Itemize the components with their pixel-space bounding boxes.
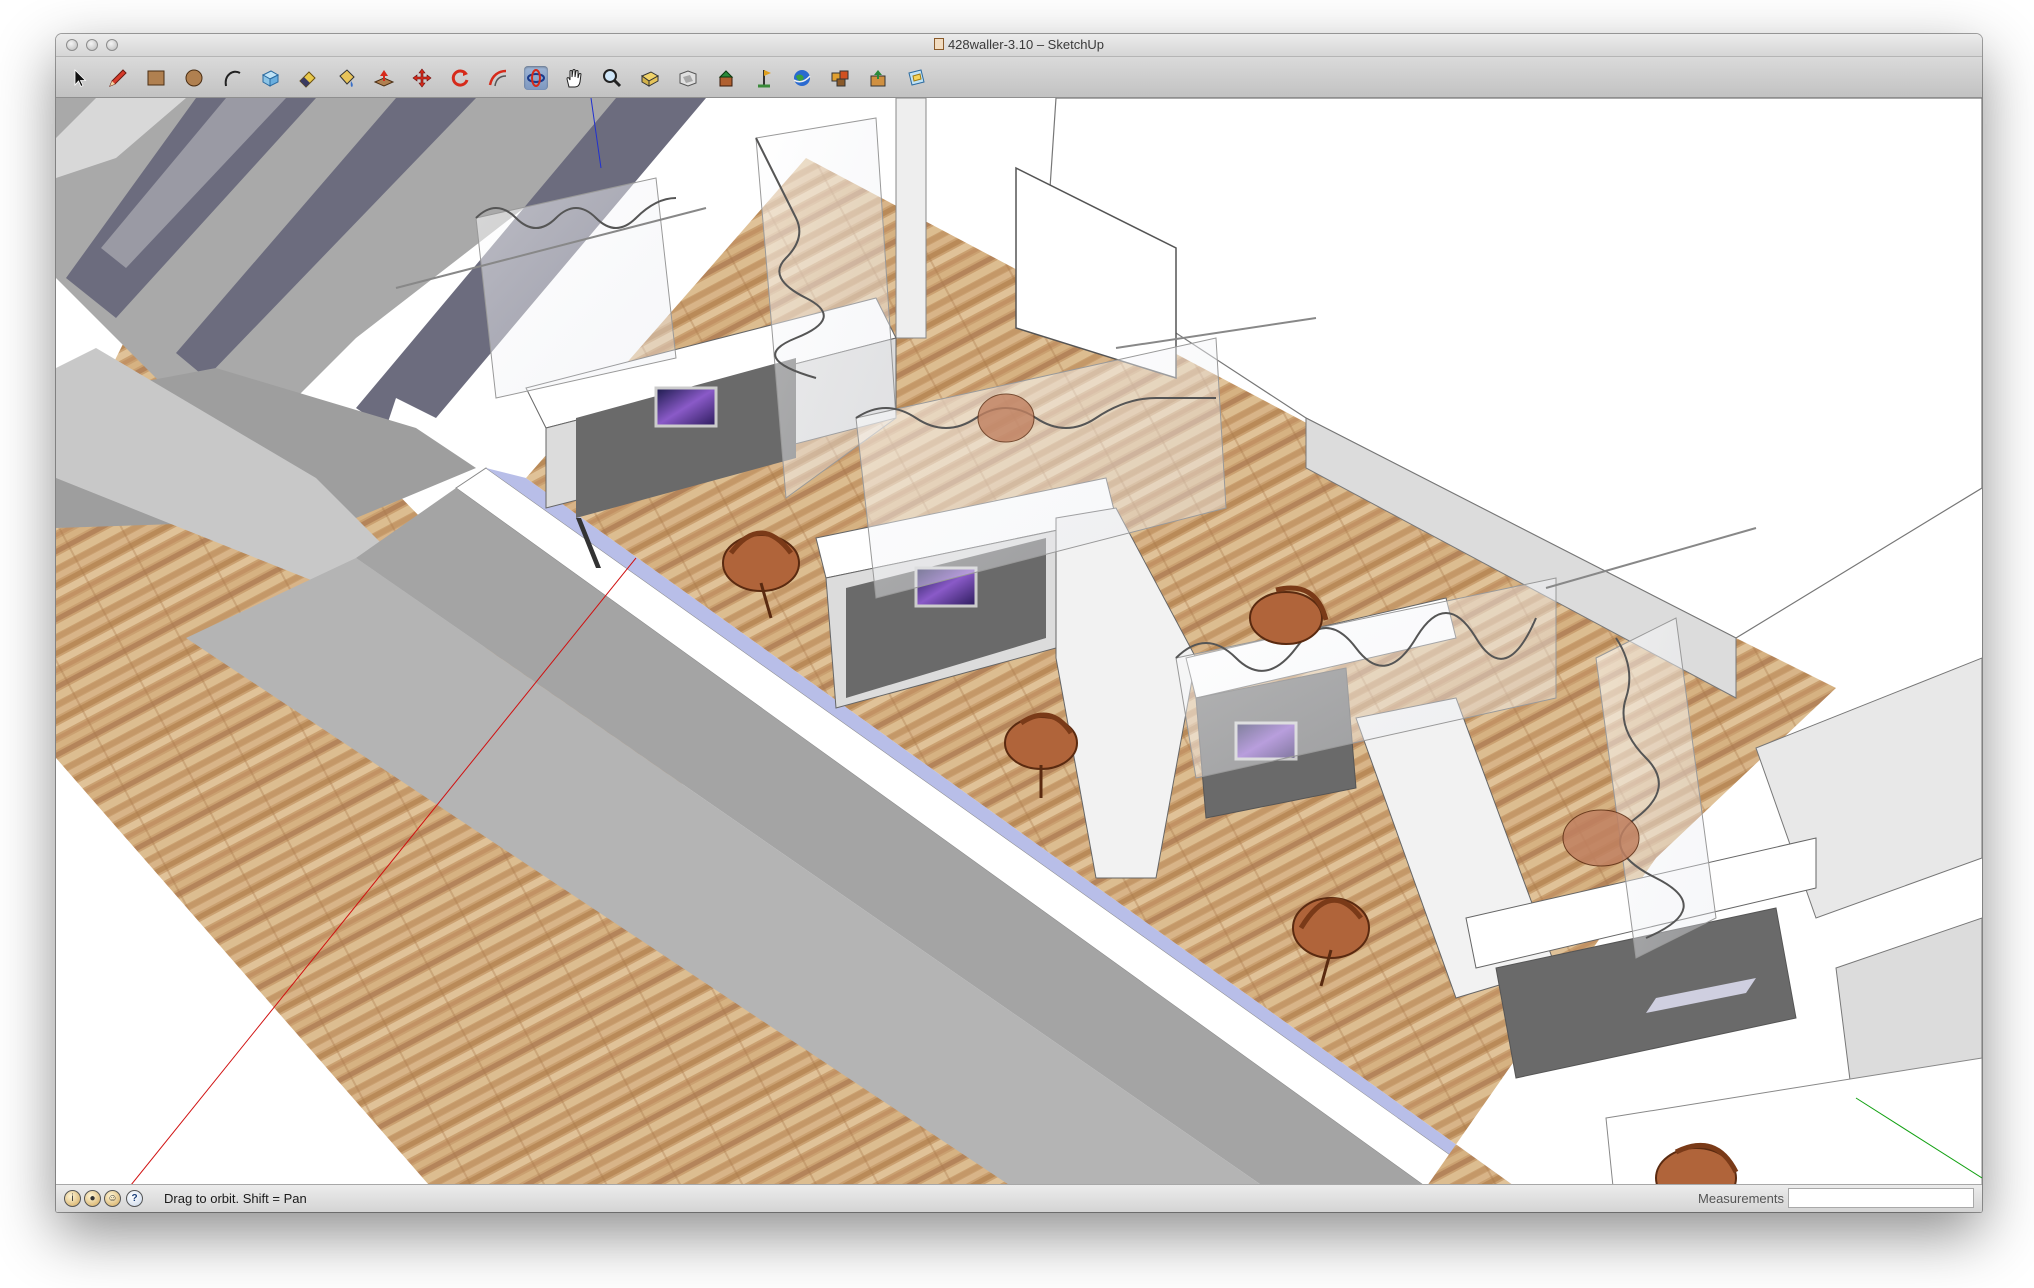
get-models-icon[interactable] — [714, 66, 738, 90]
send-to-layout-icon[interactable] — [904, 66, 928, 90]
window-title: 428waller-3.10 – SketchUp — [947, 37, 1105, 52]
user-icon[interactable]: ☺ — [104, 1190, 121, 1207]
move-tool-icon[interactable] — [410, 66, 434, 90]
arc-tool-icon[interactable] — [220, 66, 244, 90]
window-title-wrap: 428waller-3.10 – SketchUp — [56, 37, 1982, 52]
previous-view-icon[interactable] — [676, 66, 700, 90]
offset-tool-icon[interactable] — [486, 66, 510, 90]
pillar-top — [895, 97, 927, 339]
paint-bucket-icon[interactable] — [334, 66, 358, 90]
credits-icon[interactable]: ● — [84, 1190, 101, 1207]
glass-panel-1 — [475, 177, 677, 399]
measurements-label: Measurements — [1698, 1191, 1784, 1206]
google-earth-icon[interactable] — [790, 66, 814, 90]
status-bar: i ● ☺ ? Drag to orbit. Shift = Pan Measu… — [56, 1184, 1982, 1212]
model-viewport[interactable] — [56, 97, 1982, 1212]
status-hint: Drag to orbit. Shift = Pan — [164, 1191, 307, 1206]
main-toolbar — [56, 57, 1982, 98]
3d-model-scene[interactable] — [56, 97, 1982, 1212]
rectangle-tool-icon[interactable] — [144, 66, 168, 90]
eraser-tool-icon[interactable] — [296, 66, 320, 90]
title-bar[interactable]: 428waller-3.10 – SketchUp — [56, 34, 1982, 57]
make-component-icon[interactable] — [258, 66, 282, 90]
help-icon[interactable]: ? — [126, 1190, 143, 1207]
sketchup-window: 428waller-3.10 – SketchUp i ● ☺ ? Drag t… — [56, 34, 1982, 1212]
circle-tool-icon[interactable] — [182, 66, 206, 90]
document-icon — [933, 38, 944, 50]
geo-location-icon[interactable]: i — [64, 1190, 81, 1207]
chair-2 — [977, 393, 1035, 443]
share-model-icon[interactable] — [866, 66, 890, 90]
measurements-input[interactable] — [1788, 1188, 1974, 1208]
push-pull-icon[interactable] — [372, 66, 396, 90]
chair-5 — [1562, 809, 1640, 867]
select-tool-icon[interactable] — [68, 66, 92, 90]
rotate-tool-icon[interactable] — [448, 66, 472, 90]
orbit-tool-icon[interactable] — [524, 66, 548, 90]
add-location-icon[interactable] — [752, 66, 776, 90]
pencil-tool-icon[interactable] — [106, 66, 130, 90]
pan-tool-icon[interactable] — [562, 66, 586, 90]
zoom-tool-icon[interactable] — [600, 66, 624, 90]
zoom-extents-icon[interactable] — [638, 66, 662, 90]
component-browser-icon[interactable] — [828, 66, 852, 90]
